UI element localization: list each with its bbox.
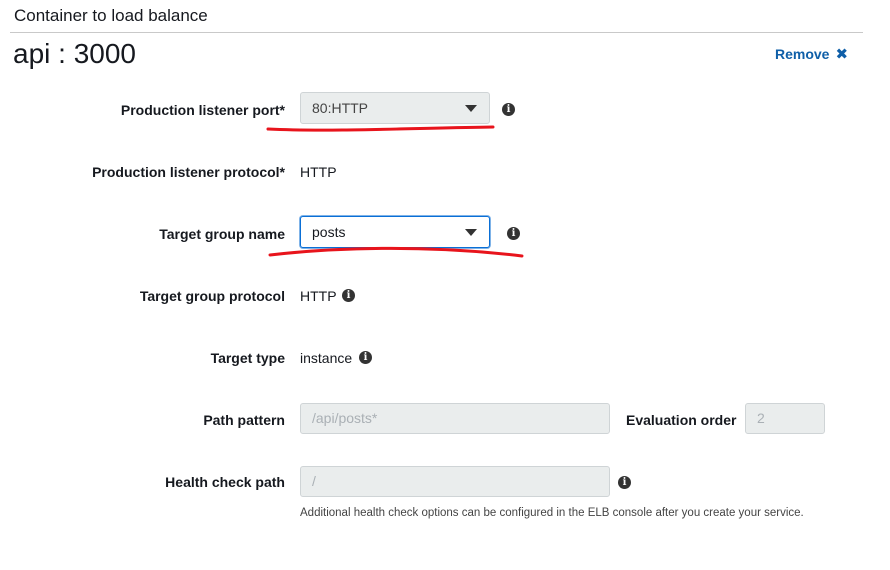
target-group-protocol-value: HTTP xyxy=(300,288,337,304)
listener-protocol-label: Production listener protocol* xyxy=(92,164,285,180)
info-icon[interactable]: i xyxy=(507,227,520,240)
target-type-value: instance xyxy=(300,350,353,366)
remove-label: Remove xyxy=(775,46,830,62)
evaluation-order-label: Evaluation order xyxy=(626,412,737,428)
chevron-down-icon xyxy=(465,229,477,236)
underline-listener-port xyxy=(266,125,495,132)
target-group-name-select[interactable]: posts xyxy=(300,216,490,248)
listener-port-value: 80:HTTP xyxy=(312,100,369,116)
info-icon[interactable]: i xyxy=(342,289,355,302)
remove-button[interactable]: Remove ✖ xyxy=(775,45,848,63)
path-pattern-input[interactable]: /api/posts* xyxy=(300,403,610,434)
info-icon[interactable]: i xyxy=(502,103,515,116)
health-check-help-text: Additional health check options can be c… xyxy=(300,507,804,519)
health-check-path-label: Health check path xyxy=(165,474,285,490)
close-icon: ✖ xyxy=(835,46,849,63)
listener-port-select[interactable]: 80:HTTP xyxy=(300,92,490,124)
health-check-path-input[interactable]: / xyxy=(300,466,610,497)
info-icon[interactable]: i xyxy=(359,351,372,364)
underline-target-group-name xyxy=(268,246,524,258)
listener-protocol-value: HTTP xyxy=(300,164,337,180)
target-group-name-value: posts xyxy=(312,224,346,240)
target-group-protocol-label: Target group protocol xyxy=(139,288,285,304)
container-name: api : 3000 xyxy=(13,38,136,69)
divider xyxy=(10,32,863,33)
target-type-label: Target type xyxy=(210,350,285,366)
listener-port-label: Production listener port* xyxy=(120,102,285,118)
info-icon[interactable]: i xyxy=(618,476,631,489)
target-group-name-label: Target group name xyxy=(159,226,285,242)
path-pattern-label: Path pattern xyxy=(203,412,285,428)
section-title: Container to load balance xyxy=(14,6,208,25)
evaluation-order-input[interactable]: 2 xyxy=(745,403,825,434)
chevron-down-icon xyxy=(465,105,477,112)
